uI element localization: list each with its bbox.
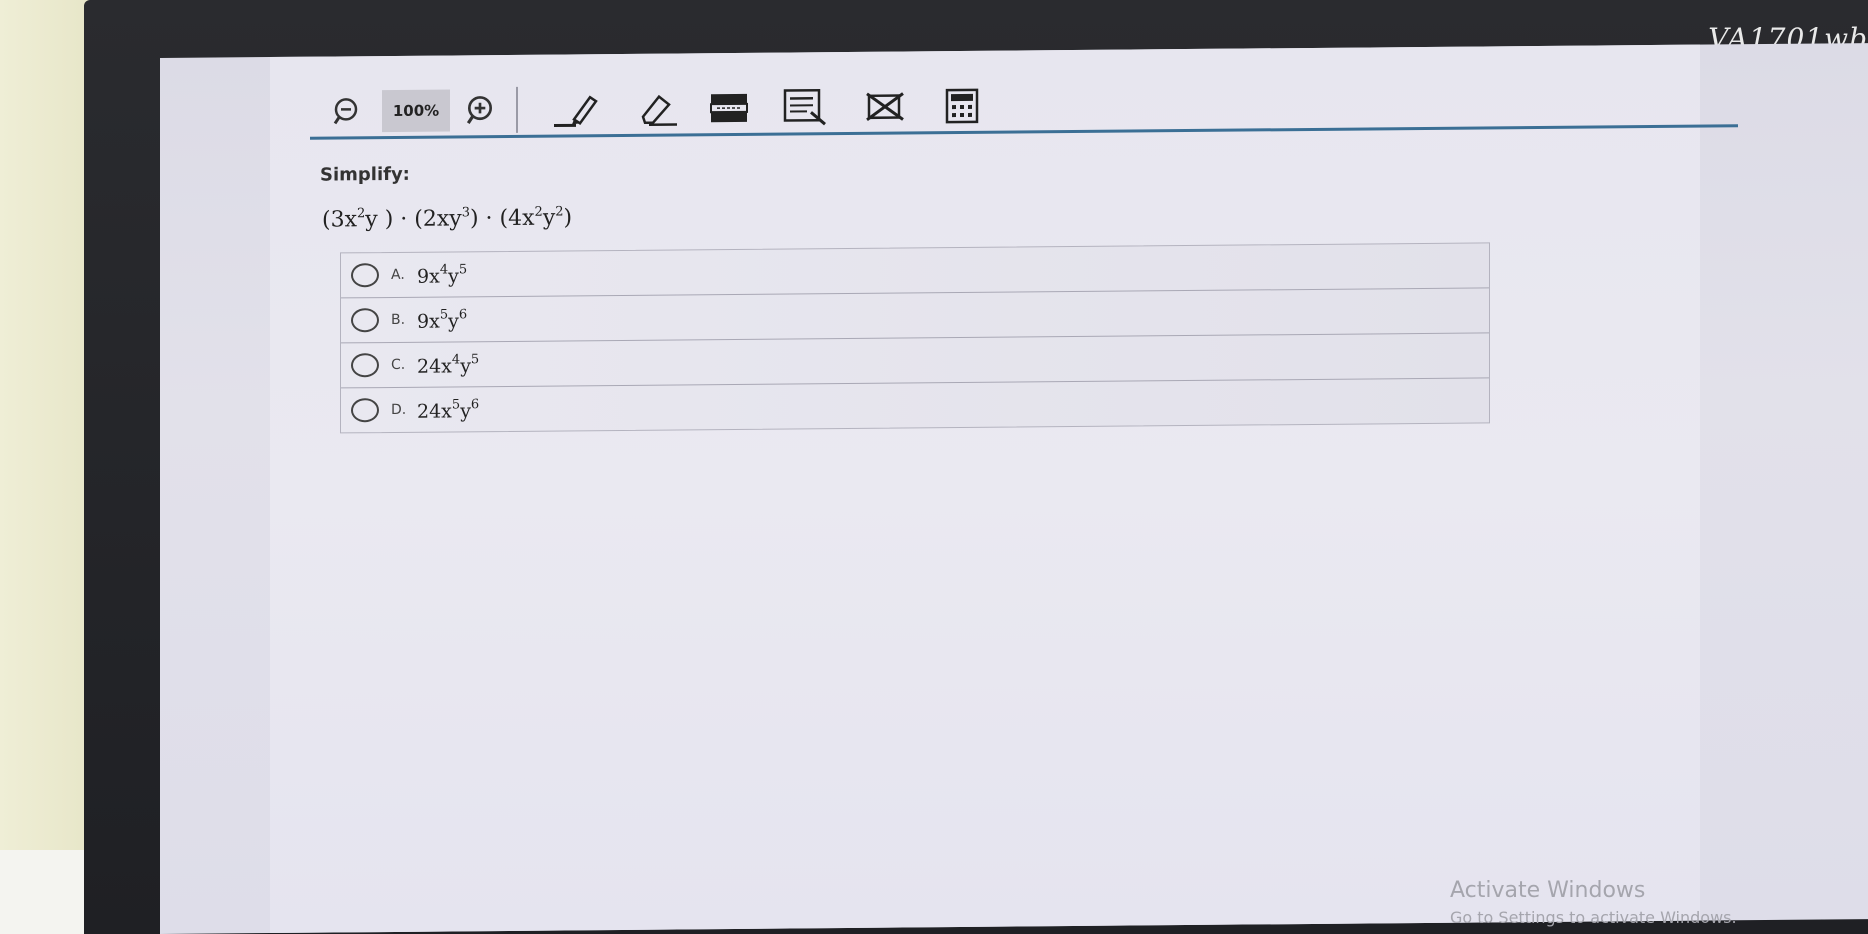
choice-answer: 9x5y6 [417,306,468,333]
radio-button[interactable] [351,308,379,333]
expr-part: y ) · (2xy [365,206,462,233]
answer-eliminator-button[interactable] [860,85,910,127]
calculator-icon [945,88,979,124]
answer-eliminator-icon [866,92,904,122]
answer-choice-d[interactable]: D. 24x5y6 [341,378,1489,432]
zoom-level: 100% [382,89,450,133]
toolbar: 100% [310,72,1740,140]
toolbar-separator [516,86,518,133]
line-reader-icon [710,93,748,123]
activate-windows-subtitle: Go to Settings to activate Windows. [1450,908,1737,927]
expr-exponent: 2 [555,204,564,220]
toolbar-underline [310,124,1738,140]
answer-masking-button[interactable] [780,86,832,128]
expr-part: y [542,205,556,231]
answer-choices: A. 9x4y5 B. 9x5y6 C. 24x4y5 D. 24x5y6 [340,242,1490,434]
line-reader-button[interactable] [706,87,752,129]
choice-letter: C. [391,356,406,373]
zoom-out-icon [333,98,358,125]
radio-button[interactable] [351,353,379,378]
choice-answer: 24x4y5 [417,351,480,378]
calculator-button[interactable] [940,85,984,127]
expr-part: ) [563,205,573,231]
question-prompt: Simplify: [320,163,410,186]
radio-button[interactable] [351,263,379,288]
choice-answer: 24x5y6 [417,396,480,423]
test-content-area: 100% Simplify: (3x2y) · (2xy3) · (4x2y2… [270,44,1738,934]
eraser-button[interactable] [626,87,682,129]
choice-letter: A. [391,266,405,283]
choice-letter: B. [391,311,406,328]
expr-exponent: 3 [461,205,470,221]
answer-masking-icon [783,88,826,126]
choice-answer: 9x4y5 [417,261,468,288]
activate-windows-title: Activate Windows [1450,878,1646,903]
highlighter-button[interactable] [550,88,606,130]
zoom-out-button[interactable] [326,90,366,132]
expr-exponent: 2 [534,204,543,220]
expr-part: (3x [322,207,357,233]
highlighter-icon [554,95,598,128]
choice-letter: D. [391,401,407,418]
zoom-in-icon [466,96,492,124]
eraser-icon [641,94,677,126]
screen: 100% Simplify: (3x2y) · (2xy3) · (4x2y2… [160,43,1868,934]
expr-part: ) · (4x [469,205,535,232]
radio-button[interactable] [351,398,379,423]
zoom-in-button[interactable] [460,89,500,131]
question-expression: (3x2y ) · (2xy3) · (4x2y2) [322,204,572,232]
